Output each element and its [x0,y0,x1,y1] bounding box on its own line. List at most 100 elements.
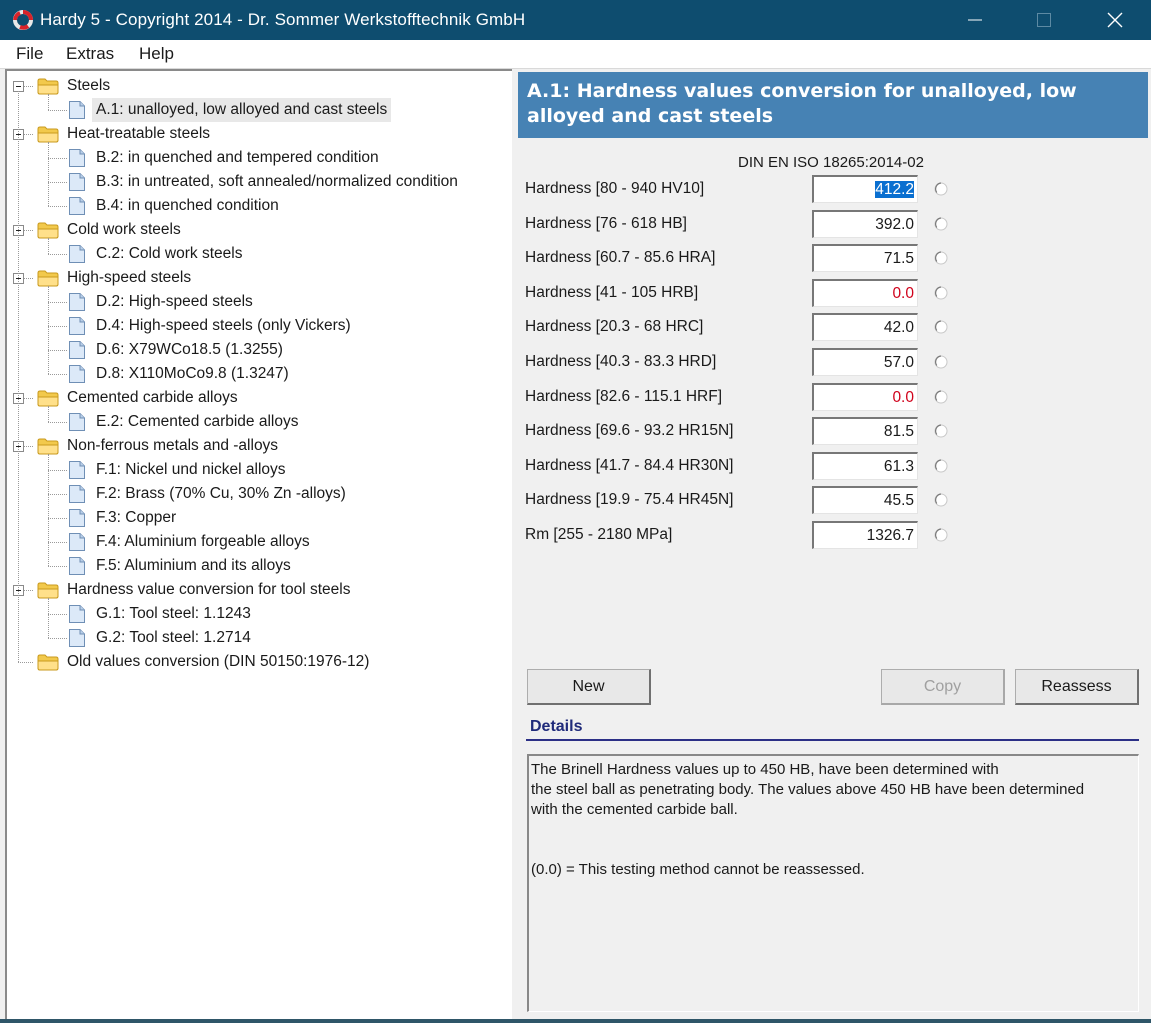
maximize-button[interactable] [1021,0,1067,40]
tree-connector [48,454,49,566]
hardness-row: Hardness [40.3 - 83.3 HRD] 57.0 [516,348,1151,378]
tree-connector [48,374,67,375]
tree-item-label: G.1: Tool steel: 1.1243 [96,605,251,622]
tree-item[interactable]: F.4: Aluminium forgeable alloys [7,530,507,554]
hardness-value-input[interactable]: 42.0 [812,313,918,341]
reassess-button[interactable]: Reassess [1015,669,1139,705]
hardness-row: Hardness [41.7 - 84.4 HR30N] 61.3 [516,452,1151,482]
hardness-label: Hardness [41.7 - 84.4 HR30N] [525,457,734,474]
source-radio[interactable] [934,390,948,404]
document-icon [68,508,86,528]
tree-group-label: Cold work steels [67,221,181,238]
close-button[interactable] [1092,0,1138,40]
hardness-value-input[interactable]: 71.5 [812,244,918,272]
hardness-row: Hardness [80 - 940 HV10] 412.2 [516,175,1151,205]
source-radio[interactable] [934,251,948,265]
tree-connector [48,638,67,639]
tree-item[interactable]: E.2: Cemented carbide alloys [7,410,507,434]
tree-item-label: A.1: unalloyed, low alloyed and cast ste… [92,98,392,122]
tree-group[interactable]: High-speed steels [7,266,507,290]
hardness-value: 392.0 [875,216,914,233]
tree-item[interactable]: D.8: X110MoCo9.8 (1.3247) [7,362,507,386]
source-radio[interactable] [934,493,948,507]
tree-item[interactable]: C.2: Cold work steels [7,242,507,266]
document-icon [68,604,86,624]
hardness-value-input[interactable]: 412.2 [812,175,918,203]
hardness-value-input[interactable]: 81.5 [812,417,918,445]
hardness-value-input[interactable]: 0.0 [812,279,918,307]
hardness-label: Hardness [80 - 940 HV10] [525,180,705,197]
document-icon [68,244,86,264]
hardness-value-input[interactable]: 0.0 [812,383,918,411]
menu-file[interactable]: File [14,43,45,65]
details-text: The Brinell Hardness values up to 450 HB… [527,754,1139,1012]
menu-extras[interactable]: Extras [64,43,116,65]
hardness-value: 42.0 [883,319,914,336]
hardness-value: 0.0 [892,285,914,302]
tree-group[interactable]: Cold work steels [7,218,507,242]
hardness-value-input[interactable]: 57.0 [812,348,918,376]
tree-item[interactable]: D.2: High-speed steels [7,290,507,314]
source-radio[interactable] [934,424,948,438]
tree-item-label: F.4: Aluminium forgeable alloys [96,533,310,550]
source-radio[interactable] [934,286,948,300]
hardness-value-input[interactable]: 45.5 [812,486,918,514]
tree-item[interactable]: F.1: Nickel und nickel alloys [7,458,507,482]
tree-item[interactable]: F.2: Brass (70% Cu, 30% Zn -alloys) [7,482,507,506]
tree-item[interactable]: B.2: in quenched and tempered condition [7,146,507,170]
source-radio[interactable] [934,217,948,231]
tree-item[interactable]: F.5: Aluminium and its alloys [7,554,507,578]
tree-item-label: B.3: in untreated, soft annealed/normali… [96,173,458,190]
tree-group[interactable]: Non-ferrous metals and -alloys [7,434,507,458]
tree-item[interactable]: D.6: X79WCo18.5 (1.3255) [7,338,507,362]
tree-item[interactable]: B.3: in untreated, soft annealed/normali… [7,170,507,194]
tree-group[interactable]: Steels [7,74,507,98]
conversion-panel: A.1: Hardness values conversion for unal… [516,69,1151,1023]
title-bar: Hardy 5 - Copyright 2014 - Dr. Sommer We… [0,0,1151,40]
hardness-label: Rm [255 - 2180 MPa] [525,526,673,543]
source-radio[interactable] [934,459,948,473]
document-icon [68,556,86,576]
document-icon [68,460,86,480]
tree-connector [48,614,67,615]
tree-item[interactable]: G.2: Tool steel: 1.2714 [7,626,507,650]
hardness-label: Hardness [19.9 - 75.4 HR45N] [525,491,734,508]
tree-item-label: D.8: X110MoCo9.8 (1.3247) [96,365,289,382]
tree-connector [48,182,67,183]
source-radio[interactable] [934,355,948,369]
tree-connector [48,422,67,423]
tree-item[interactable]: D.4: High-speed steels (only Vickers) [7,314,507,338]
tree-item-label: D.6: X79WCo18.5 (1.3255) [96,341,283,358]
minimize-button[interactable] [952,0,998,40]
hardness-value-input[interactable]: 392.0 [812,210,918,238]
tree-item[interactable]: F.3: Copper [7,506,507,530]
document-icon [68,532,86,552]
source-radio[interactable] [934,182,948,196]
menu-bar: File Extras Help [0,40,1151,69]
folder-icon [37,437,59,455]
hardness-row: Hardness [19.9 - 75.4 HR45N] 45.5 [516,486,1151,516]
hardness-value: 61.3 [883,458,914,475]
hardness-value-input[interactable]: 1326.7 [812,521,918,549]
tree-group[interactable]: Heat-treatable steels [7,122,507,146]
tree-connector [48,518,67,519]
tree-group-label: High-speed steels [67,269,192,286]
source-radio[interactable] [934,528,948,542]
tree-item[interactable]: G.1: Tool steel: 1.1243 [7,602,507,626]
new-button[interactable]: New [527,669,651,705]
tree-connector [48,302,67,303]
category-tree[interactable]: Steels A.1: unalloyed, low alloyed and ca… [5,69,512,1019]
tree-item[interactable]: B.4: in quenched condition [7,194,507,218]
document-icon [68,340,86,360]
source-radio[interactable] [934,320,948,334]
menu-help[interactable]: Help [137,43,176,65]
tree-connector [24,590,33,591]
tree-item[interactable]: A.1: unalloyed, low alloyed and cast ste… [7,98,507,122]
tree-group[interactable]: Hardness value conversion for tool steel… [7,578,507,602]
tree-group[interactable]: Old values conversion (DIN 50150:1976-12… [7,650,507,674]
tree-connector [48,598,49,638]
hardness-value-input[interactable]: 61.3 [812,452,918,480]
tree-group[interactable]: Cemented carbide alloys [7,386,507,410]
tree-connector [48,350,67,351]
copy-button[interactable]: Copy [881,669,1005,705]
